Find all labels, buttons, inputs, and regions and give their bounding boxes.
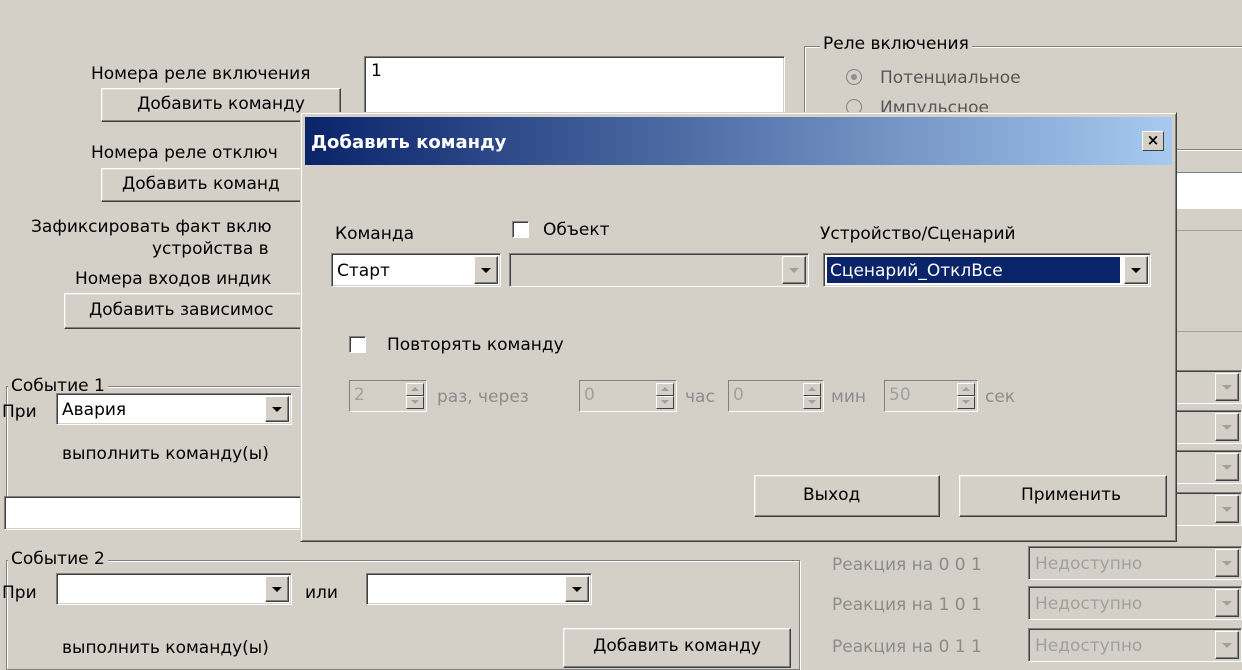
chevron-down-icon[interactable] [1215,589,1239,617]
add-command-dialog: Добавить команду × Команда Объект Устрой… [300,112,1177,542]
radio-potential-label: Потенциальное [880,68,1021,88]
event2-title: Событие 2 [8,551,108,568]
chevron-down-icon[interactable] [474,256,498,284]
right-field-strip [1176,172,1242,209]
device-value: Сценарий_ОтклВсе [827,257,1120,283]
event1-at-combo[interactable]: Авария [56,393,292,425]
exit-button[interactable]: Выход [754,475,940,517]
fix-fact-label-line1: Зафиксировать факт вклю [31,217,272,237]
inputs-label: Номера входов индик [75,269,272,289]
relay-group-title: Реле включения [820,36,972,53]
relay-off-numbers-label: Номера реле отключ [91,143,278,163]
object-checkbox[interactable] [512,221,529,238]
reaction-combo-3[interactable]: Недоступно [1028,628,1242,662]
spin-up-icon[interactable] [656,383,674,396]
reaction-label-1: Реакция на 0 0 1 [832,555,982,575]
reaction-label-2: Реакция на 1 0 1 [832,595,982,615]
spin-down-icon[interactable] [656,396,674,409]
chevron-down-icon[interactable] [1215,495,1239,523]
repeat-minutes-value: 0 [733,385,744,405]
event2-execute-label: выполнить команду(ы) [62,638,269,658]
right-panel-strip [1176,230,1242,332]
radio-potential[interactable] [846,69,862,85]
chevron-down-icon[interactable] [1215,549,1239,577]
event2-add-command-button[interactable]: Добавить команду [563,628,791,668]
device-label: Устройство/Сценарий [820,224,1016,244]
device-combo[interactable]: Сценарий_ОтклВсе [823,253,1151,287]
relay-on-numbers-label: Номера реле включения [91,64,311,84]
right-combo-1[interactable] [1170,370,1242,404]
apply-button[interactable]: Применить [959,475,1167,517]
reaction-value-2: Недоступно [1035,594,1143,614]
chevron-down-icon[interactable] [265,396,289,422]
add-dependency-button[interactable]: Добавить зависимос [64,293,324,329]
repeat-seconds-label: сек [985,387,1016,407]
repeat-hours-label: час [685,387,715,407]
spin-down-icon[interactable] [803,396,821,409]
spin-down-icon[interactable] [957,396,975,409]
dialog-title: Добавить команду [311,132,507,153]
spin-up-icon[interactable] [406,383,424,396]
event2-or-combo[interactable] [366,573,592,605]
reaction-value-1: Недоступно [1035,554,1143,574]
chevron-down-icon[interactable] [1215,413,1239,441]
right-combo-2[interactable] [1170,410,1242,444]
reaction-combo-1[interactable]: Недоступно [1028,546,1242,580]
reaction-value-3: Недоступно [1035,636,1143,656]
repeat-times-spinner[interactable]: 2 [349,380,427,412]
spin-down-icon[interactable] [406,396,424,409]
repeat-minutes-spinner[interactable]: 0 [728,380,824,412]
reaction-combo-2[interactable]: Недоступно [1028,586,1242,620]
relay-on-numbers-value: 1 [371,61,382,81]
event1-execute-label: выполнить команду(ы) [62,444,269,464]
repeat-checkbox[interactable] [349,336,366,353]
chevron-down-icon[interactable] [265,576,289,602]
event2-at-label: При [2,583,37,603]
event2-at-combo[interactable] [56,573,292,605]
repeat-seconds-value: 50 [889,385,911,405]
right-combo-3[interactable] [1170,450,1242,484]
repeat-seconds-spinner[interactable]: 50 [884,380,978,412]
object-checkbox-label: Объект [543,220,610,240]
spin-up-icon[interactable] [957,383,975,396]
right-combo-4[interactable] [1170,492,1242,526]
event1-at-label: При [2,402,37,422]
event2-or-label: или [305,583,338,603]
command-combo[interactable]: Старт [331,253,501,287]
reaction-label-3: Реакция на 0 1 1 [832,637,982,657]
repeat-times-value: 2 [354,385,365,405]
event1-commands-field[interactable] [4,496,304,530]
chevron-down-icon[interactable] [1215,453,1239,481]
chevron-down-icon[interactable] [1215,373,1239,401]
command-label: Команда [335,224,414,244]
chevron-down-icon[interactable] [1124,256,1148,284]
chevron-down-icon[interactable] [565,576,589,602]
command-value: Старт [337,261,390,281]
repeat-hours-value: 0 [584,385,595,405]
object-combo[interactable] [509,253,809,287]
fix-fact-label-line2: устройства в [152,239,269,259]
spin-up-icon[interactable] [803,383,821,396]
repeat-times-label: раз, через [437,387,529,407]
dialog-titlebar[interactable]: Добавить команду × [305,117,1172,165]
chevron-down-icon[interactable] [782,256,806,284]
event1-at-value: Авария [62,400,127,420]
chevron-down-icon[interactable] [1215,631,1239,659]
repeat-minutes-label: мин [831,387,866,407]
repeat-checkbox-label: Повторять команду [387,335,564,355]
close-icon[interactable]: × [1142,131,1164,151]
repeat-hours-spinner[interactable]: 0 [579,380,677,412]
